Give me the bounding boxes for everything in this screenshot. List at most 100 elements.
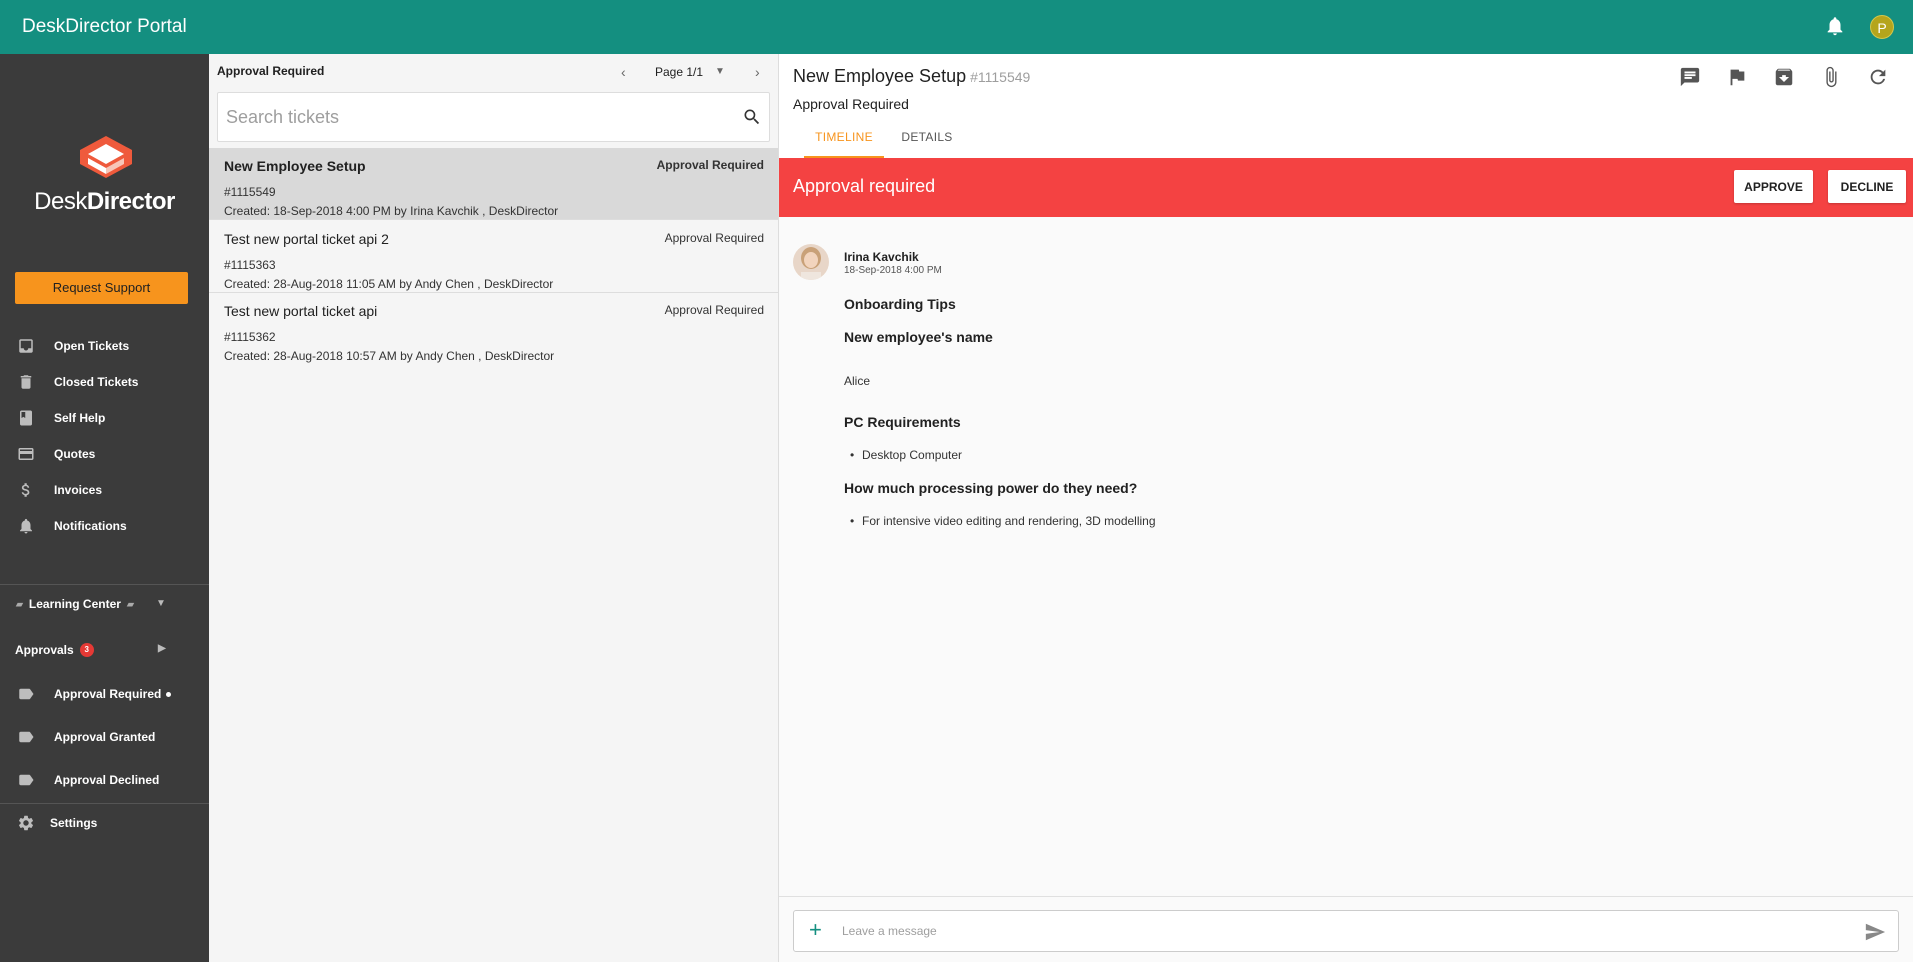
- ticket-status: Approval Required: [656, 158, 764, 172]
- plus-icon[interactable]: +: [809, 919, 822, 941]
- sidebar-item-label: Approval Required: [54, 687, 162, 701]
- entry-question: How much processing power do they need?: [844, 480, 1138, 496]
- archive-icon[interactable]: [1773, 66, 1795, 88]
- flag-icon[interactable]: [1726, 66, 1748, 88]
- search-input[interactable]: [226, 101, 706, 133]
- chevron-left-icon[interactable]: ‹: [621, 64, 626, 80]
- ticket-detail-panel: New Employee Setup #1115549 Approval Requ…: [779, 54, 1913, 962]
- divider: [0, 584, 209, 585]
- sidebar-item-settings[interactable]: Settings: [0, 805, 209, 841]
- sidebar-item-closed-tickets[interactable]: Closed Tickets: [0, 364, 209, 400]
- sidebar-item-approval-declined[interactable]: Approval Declined: [0, 762, 209, 798]
- top-bar: DeskDirector Portal P: [0, 0, 1913, 54]
- sidebar-item-label: Settings: [50, 816, 98, 830]
- approval-banner-label: Approval required: [793, 176, 936, 196]
- dollar-icon: [16, 480, 36, 500]
- sidebar-item-label: Self Help: [54, 411, 106, 425]
- entry-question: New employee's name: [844, 329, 993, 345]
- graduation-cap-icon: ▰: [16, 598, 23, 609]
- ticket-title: Test new portal ticket api: [224, 303, 378, 319]
- sidebar-item-approval-granted[interactable]: Approval Granted: [0, 719, 209, 755]
- active-indicator-dot: [166, 691, 172, 697]
- sidebar-item-label: Quotes: [54, 447, 96, 461]
- sidebar-item-learning-center[interactable]: ▰ Learning Center ▰ ▼: [0, 586, 209, 622]
- ticket-row[interactable]: Test new portal ticket api Approval Requ…: [209, 293, 778, 365]
- entry-answer: For intensive video editing and renderin…: [850, 514, 1155, 528]
- sidebar-item-label: Closed Tickets: [54, 375, 139, 389]
- bell-icon: [16, 516, 36, 536]
- approvals-label: Approvals: [15, 643, 74, 657]
- decline-button[interactable]: DECLINE: [1828, 170, 1906, 203]
- caret-down-icon[interactable]: ▼: [156, 598, 166, 609]
- detail-header: New Employee Setup #1115549 Approval Requ…: [779, 54, 1913, 158]
- divider: [779, 896, 1913, 897]
- message-composer: +: [793, 910, 1899, 952]
- ticket-row[interactable]: Test new portal ticket api 2 Approval Re…: [209, 221, 778, 293]
- ticket-status: Approval Required: [664, 303, 764, 317]
- trash-icon: [16, 372, 36, 392]
- tag-icon: [16, 770, 36, 790]
- app-title: DeskDirector Portal: [22, 16, 187, 37]
- ticket-created: Created: 28-Aug-2018 10:57 AM by Andy Ch…: [224, 349, 555, 363]
- entry-date: 18-Sep-2018 4:00 PM: [844, 265, 942, 276]
- ticket-status: Approval Required: [664, 231, 764, 245]
- sidebar-item-invoices[interactable]: Invoices: [0, 472, 209, 508]
- attachment-icon[interactable]: [1820, 66, 1842, 88]
- ticket-number: #1115549: [970, 69, 1031, 85]
- list-heading: Approval Required: [217, 64, 325, 78]
- sidebar-item-label: Notifications: [54, 519, 127, 533]
- sidebar-item-approvals[interactable]: Approvals 3 ▶: [0, 632, 209, 668]
- caret-down-icon[interactable]: ▼: [715, 66, 725, 77]
- tag-icon: [16, 727, 36, 747]
- approval-banner: Approval required APPROVE DECLINE: [779, 158, 1913, 217]
- tab-timeline[interactable]: TIMELINE: [804, 130, 884, 158]
- comment-icon[interactable]: [1679, 66, 1701, 88]
- chevron-right-icon[interactable]: ›: [755, 64, 760, 80]
- ticket-created: Created: 28-Aug-2018 11:05 AM by Andy Ch…: [224, 277, 554, 291]
- logo-text: DeskDirector: [34, 188, 175, 215]
- sidebar-item-label: Invoices: [54, 483, 103, 497]
- sidebar-item-label: Approval Declined: [54, 773, 160, 787]
- entry-author: Irina Kavchik: [844, 250, 919, 264]
- entry-question: PC Requirements: [844, 414, 961, 430]
- approve-button[interactable]: APPROVE: [1734, 170, 1813, 203]
- ticket-row[interactable]: New Employee Setup Approval Required #11…: [209, 148, 778, 220]
- send-icon[interactable]: [1864, 921, 1886, 943]
- deskdirector-logo-icon: [36, 134, 176, 234]
- user-avatar[interactable]: P: [1870, 15, 1894, 39]
- sidebar-item-quotes[interactable]: Quotes: [0, 436, 209, 472]
- graduation-cap-icon: ▰: [126, 598, 134, 609]
- sidebar-item-notifications[interactable]: Notifications: [0, 508, 209, 544]
- caret-right-icon[interactable]: ▶: [158, 643, 166, 654]
- request-support-button[interactable]: Request Support: [15, 272, 188, 304]
- sidebar-item-approval-required[interactable]: Approval Required: [0, 676, 209, 712]
- entry-answer: Desktop Computer: [850, 448, 962, 462]
- refresh-icon[interactable]: [1867, 66, 1889, 88]
- ticket-title: Test new portal ticket api 2: [224, 231, 389, 247]
- sidebar-item-open-tickets[interactable]: Open Tickets: [0, 328, 209, 364]
- entry-heading: Onboarding Tips: [844, 296, 956, 312]
- learning-center-label: Learning Center: [28, 597, 121, 611]
- ticket-title: New Employee Setup: [224, 158, 366, 174]
- divider: [0, 803, 209, 804]
- search-icon[interactable]: [742, 107, 762, 127]
- book-icon: [16, 408, 36, 428]
- inbox-icon: [16, 336, 36, 356]
- author-avatar: [793, 244, 829, 280]
- notification-bell-icon[interactable]: [1824, 14, 1846, 38]
- ticket-number: #1115362: [224, 330, 276, 344]
- card-icon: [16, 444, 36, 464]
- sidebar-item-self-help[interactable]: Self Help: [0, 400, 209, 436]
- ticket-list-panel: Approval Required ‹ Page 1/1 ▼ › New Emp…: [209, 54, 779, 962]
- ticket-created: Created: 18-Sep-2018 4:00 PM by Irina Ka…: [224, 204, 559, 218]
- approvals-count-badge: 3: [79, 643, 94, 657]
- tag-icon: [16, 684, 36, 704]
- page-indicator[interactable]: Page 1/1: [655, 65, 703, 79]
- tab-details[interactable]: DETAILS: [897, 130, 957, 158]
- ticket-number: #1115549: [224, 185, 276, 199]
- ticket-status: Approval Required: [793, 96, 909, 112]
- message-input[interactable]: [842, 921, 1822, 941]
- sidebar-item-label: Open Tickets: [54, 339, 130, 353]
- ticket-title: New Employee Setup #1115549: [793, 66, 1031, 86]
- entry-answer: Alice: [844, 374, 871, 388]
